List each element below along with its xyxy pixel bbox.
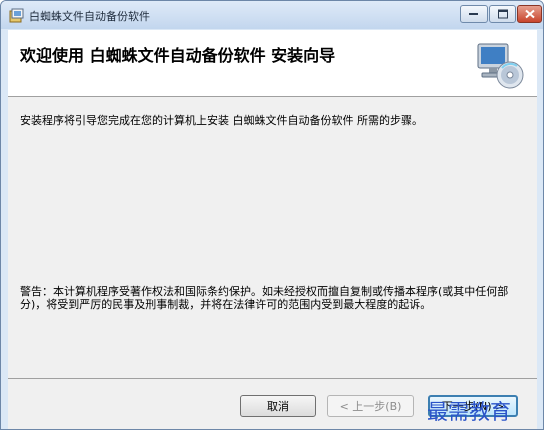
minimize-button[interactable] <box>460 5 488 23</box>
close-button[interactable] <box>517 5 542 23</box>
cancel-button[interactable]: 取消 <box>240 395 316 417</box>
installer-window: 白蜘蛛文件自动备份软件 欢迎使用 白蜘蛛文件自动备份软件 安装向导 安装程序将引… <box>0 0 544 430</box>
installer-app-icon <box>9 8 24 23</box>
maximize-icon <box>497 9 508 19</box>
minimize-icon <box>469 13 478 15</box>
computer-disc-icon <box>472 38 526 92</box>
watermark-text: 最需教育 <box>427 400 511 424</box>
title-bar[interactable]: 白蜘蛛文件自动备份软件 <box>1 1 543 29</box>
intro-text: 安装程序将引导您完成在您的计算机上安装 白蜘蛛文件自动备份软件 所需的步骤。 <box>20 114 423 127</box>
window-title: 白蜘蛛文件自动备份软件 <box>29 10 150 23</box>
copyright-warning: 警告：本计算机程序受著作权法和国际条约保护。如未经授权而擅自复制或传播本程序(或… <box>20 285 509 311</box>
close-icon <box>524 9 535 19</box>
back-button[interactable]: < 上一步(B) <box>327 395 414 417</box>
maximize-button[interactable] <box>489 5 516 23</box>
wizard-body: 安装程序将引导您完成在您的计算机上安装 白蜘蛛文件自动备份软件 所需的步骤。 警… <box>8 97 537 378</box>
page-title: 欢迎使用 白蜘蛛文件自动备份软件 安装向导 <box>20 46 336 65</box>
wizard-header: 欢迎使用 白蜘蛛文件自动备份软件 安装向导 <box>8 30 537 97</box>
wizard-content: 欢迎使用 白蜘蛛文件自动备份软件 安装向导 安装程序将引导您完成在您的计算机上安… <box>8 30 537 429</box>
